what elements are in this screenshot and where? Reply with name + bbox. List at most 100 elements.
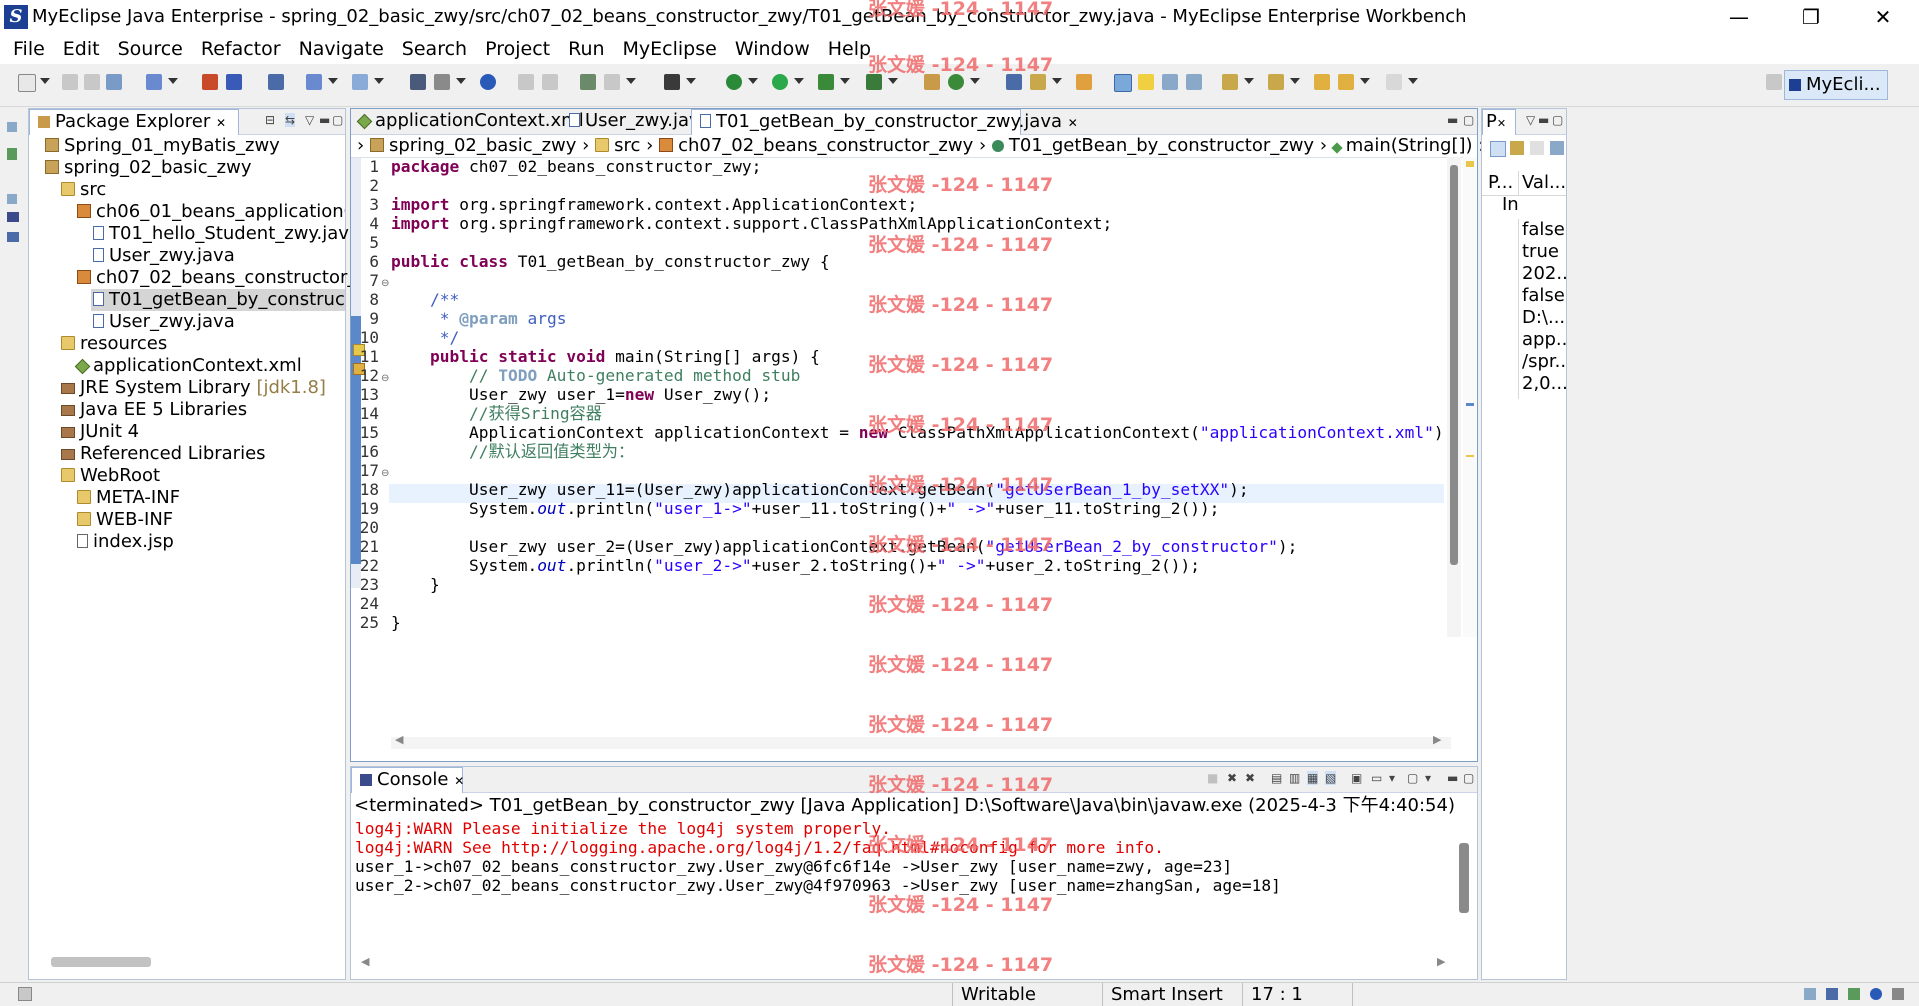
highlight-icon[interactable] (1138, 74, 1154, 90)
breadcrumb-package[interactable]: ch07_02_beans_constructor_zwy (678, 135, 973, 156)
tray-icon-3[interactable] (1848, 988, 1860, 1000)
breadcrumb-project[interactable]: spring_02_basic_zwy (389, 135, 577, 156)
breadcrumb-arrow-icon[interactable]: › (646, 135, 653, 156)
print-icon[interactable] (106, 74, 122, 90)
next-annotation-dropdown-icon[interactable] (1244, 78, 1254, 84)
fold-toggle-icon[interactable]: ⊖ (381, 468, 389, 479)
show-on-output-icon[interactable]: ▧ (1325, 771, 1337, 785)
menu-navigate[interactable]: Navigate (290, 34, 393, 64)
property-value[interactable]: app... (1522, 329, 1566, 351)
maximize-view-icon[interactable]: ▢ (332, 113, 343, 127)
copy-dropdown-icon[interactable] (626, 78, 636, 84)
forward-icon[interactable] (1386, 74, 1402, 90)
tree-item-resources[interactable]: resources (61, 333, 167, 355)
synchronize-dropdown-icon[interactable] (970, 78, 980, 84)
perspective-myeclipse[interactable]: MyEcli... (1784, 70, 1888, 100)
close-button[interactable]: ✕ (1847, 0, 1919, 34)
tree-item-package-ch07[interactable]: ch07_02_beans_constructor_zwy (77, 267, 391, 289)
last-edit-icon[interactable] (1314, 74, 1330, 90)
property-value[interactable]: false (1522, 285, 1566, 307)
tray-icon-1[interactable] (1804, 988, 1816, 1000)
clear-console-icon[interactable]: ▤ (1271, 771, 1282, 785)
tree-item-file-hello[interactable]: T01_hello_Student_zwy.java (93, 223, 360, 245)
property-value[interactable]: 202... (1522, 263, 1566, 285)
tree-item-web-inf[interactable]: WEB-INF (77, 509, 173, 531)
menu-myeclipse[interactable]: MyEclipse (614, 34, 726, 64)
run-icon[interactable] (772, 74, 788, 90)
toggle-mark-icon[interactable] (1114, 74, 1132, 92)
fast-view-icon[interactable] (18, 987, 32, 1001)
menu-file[interactable]: File (4, 34, 54, 64)
overview-task-marker[interactable] (1466, 455, 1474, 457)
pencil-dropdown-icon[interactable] (1052, 78, 1062, 84)
editor-horizontal-scrollbar[interactable]: ◀ ▶ (391, 733, 1451, 749)
scroll-lock-icon[interactable]: ▥ (1289, 771, 1300, 785)
step-icon[interactable] (518, 74, 534, 90)
scrollbar-thumb[interactable] (1450, 165, 1458, 565)
close-tab-icon[interactable]: ✕ (454, 774, 464, 788)
run-external-icon[interactable] (818, 74, 834, 90)
scroll-right-icon[interactable]: ▶ (1433, 733, 1441, 746)
fold-toggle-icon[interactable]: ⊖ (381, 278, 389, 289)
fold-toggle-icon[interactable]: ⊖ (381, 373, 389, 384)
tab-user-zwy[interactable]: User_zwy.java (561, 109, 711, 135)
property-value[interactable]: /spr... (1522, 351, 1566, 373)
tray-icon-2[interactable] (1826, 988, 1838, 1000)
property-category[interactable]: In (1502, 194, 1519, 216)
new-project-icon[interactable] (146, 74, 162, 90)
tray-icon-5[interactable] (1892, 988, 1904, 1000)
minimize-button[interactable]: — (1703, 0, 1775, 34)
property-value[interactable]: true (1522, 241, 1566, 263)
tab-package-explorer[interactable]: Package Explorer ✕ (29, 109, 239, 135)
tree-item-junit[interactable]: JUnit 4 (61, 421, 139, 443)
menu-edit[interactable]: Edit (54, 34, 109, 64)
tab-getbean-constructor[interactable]: T01_getBean_by_constructor_zwy.java ✕ (691, 109, 1078, 135)
pin-console-icon[interactable]: ▣ (1351, 771, 1362, 785)
property-value[interactable]: false (1522, 219, 1566, 241)
build-icon[interactable] (202, 74, 218, 90)
open-type-icon[interactable] (410, 74, 426, 90)
minimize-view-icon[interactable]: ▬ (319, 113, 330, 127)
run-dropdown-icon[interactable] (794, 78, 804, 84)
tree-item-webroot[interactable]: WebRoot (61, 465, 160, 487)
run-external-dropdown-icon[interactable] (840, 78, 850, 84)
collapse-all-icon[interactable]: ⊟ (265, 113, 275, 127)
close-tab-icon[interactable]: ✕ (1068, 116, 1078, 130)
task-icon[interactable] (580, 74, 596, 90)
globe-icon[interactable] (480, 74, 496, 90)
property-value[interactable]: D:\... (1522, 307, 1566, 329)
maximize-view-icon[interactable]: ▢ (1463, 113, 1474, 127)
breadcrumb-class[interactable]: T01_getBean_by_constructor_zwy (1009, 135, 1314, 156)
pin-icon[interactable] (1550, 141, 1564, 155)
property-value[interactable]: 2,0... (1522, 373, 1566, 395)
menu-project[interactable]: Project (476, 34, 559, 64)
restore-view-icon-2[interactable] (7, 194, 17, 204)
image-view-icon[interactable] (7, 212, 19, 222)
scroll-right-icon[interactable]: ▶ (1437, 955, 1445, 968)
menu-refactor[interactable]: Refactor (192, 34, 290, 64)
tray-icon-4[interactable] (1870, 988, 1882, 1000)
scroll-left-icon[interactable]: ◀ (361, 955, 369, 968)
back-icon[interactable] (1338, 74, 1354, 90)
breadcrumb-arrow-icon[interactable]: › (979, 135, 986, 156)
breadcrumb-arrow-icon[interactable]: › (1320, 135, 1327, 156)
close-tab-icon[interactable]: ✕ (216, 116, 226, 130)
restore-button[interactable]: ❐ (1775, 0, 1847, 34)
browse-dropdown-icon[interactable] (374, 78, 384, 84)
maximize-view-icon[interactable]: ▢ (1463, 771, 1474, 785)
tree-item-src[interactable]: src (61, 179, 106, 201)
forward-dropdown-icon[interactable] (1408, 78, 1418, 84)
terminal-dropdown-icon[interactable] (686, 78, 696, 84)
debug-dropdown-icon[interactable] (748, 78, 758, 84)
overview-warning-marker[interactable] (1466, 161, 1474, 167)
open-resource-dropdown-icon[interactable] (456, 78, 466, 84)
open-console-dropdown-icon[interactable]: ▾ (1425, 771, 1431, 785)
link-with-editor-icon[interactable]: ⇆ (285, 113, 296, 127)
terminal-icon[interactable] (664, 74, 680, 90)
menu-window[interactable]: Window (726, 34, 819, 64)
show-advanced-icon[interactable] (1510, 141, 1524, 155)
server-icon[interactable] (268, 74, 284, 90)
scroll-left-icon[interactable]: ◀ (395, 733, 403, 746)
remove-launch-icon[interactable]: ✖ (1227, 771, 1237, 785)
terminate-icon[interactable]: ■ (1207, 771, 1218, 785)
